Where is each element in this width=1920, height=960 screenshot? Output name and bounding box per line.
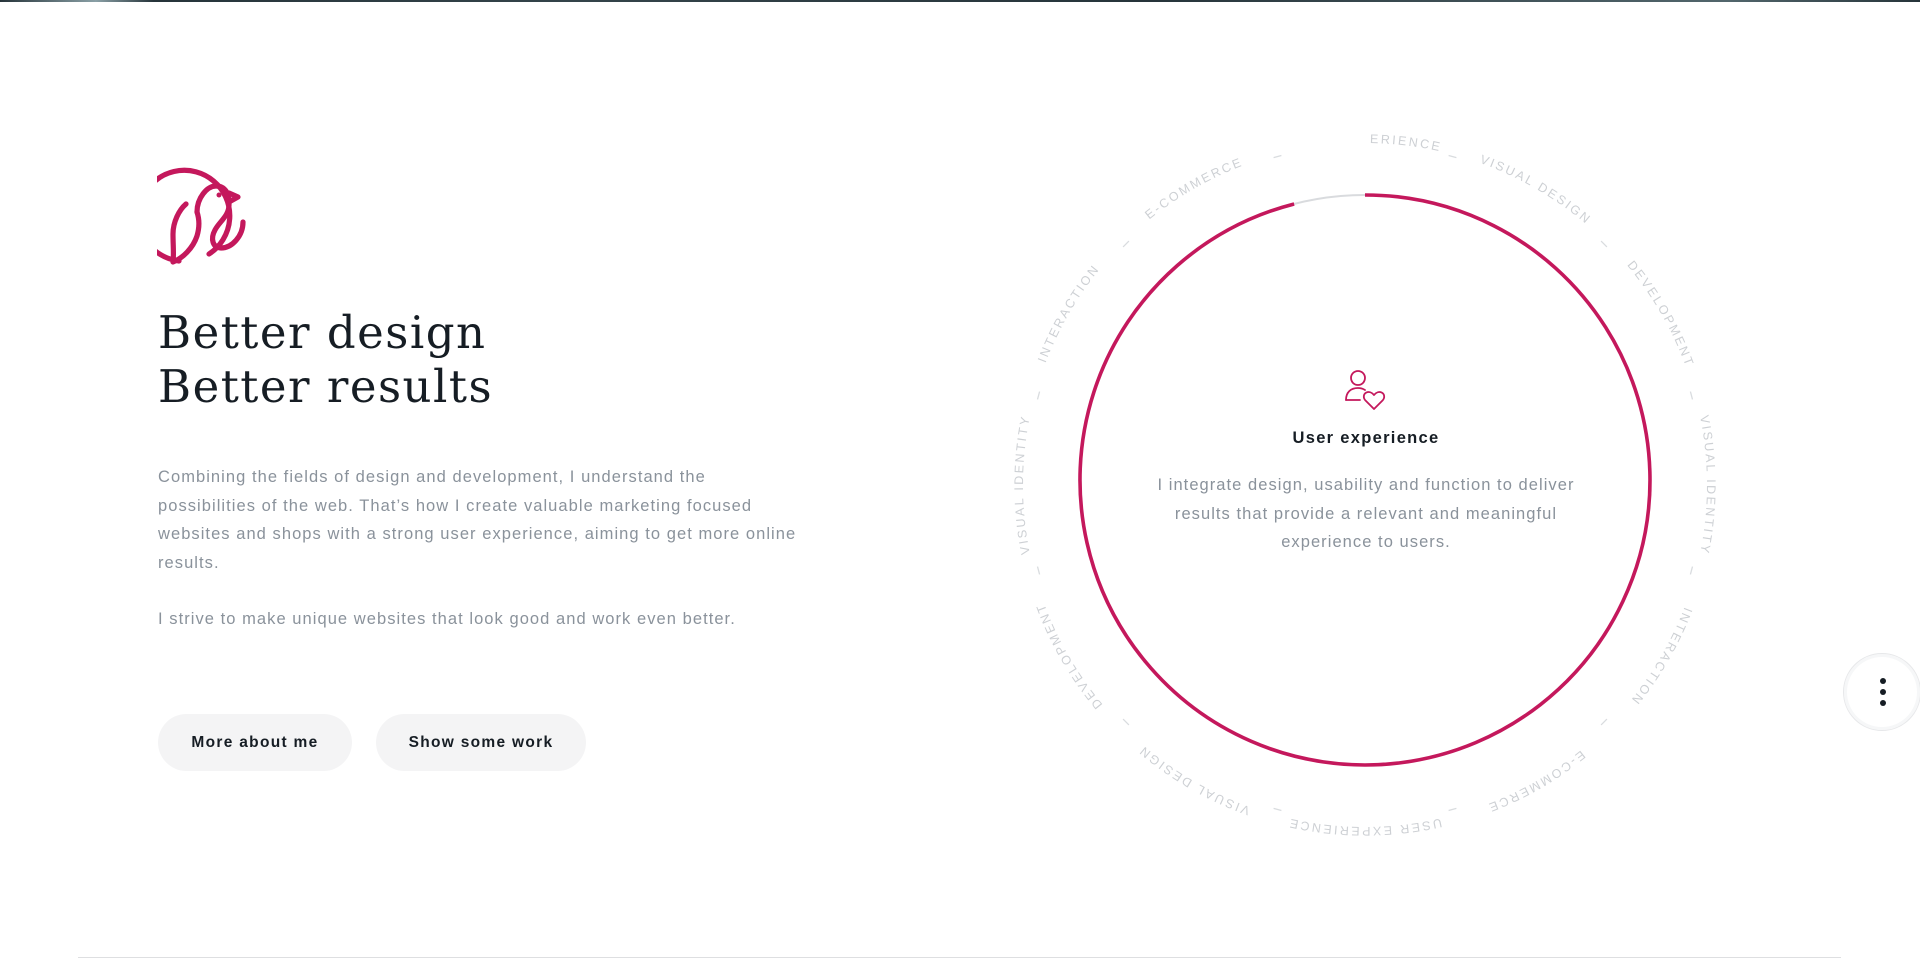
bird-logo-icon[interactable]: [157, 162, 253, 268]
ring-separator-8: [1122, 718, 1130, 726]
user-heart-icon: [1343, 367, 1389, 413]
menu-button[interactable]: [1843, 653, 1920, 731]
top-edge-strip: [0, 0, 1920, 2]
ring-label-visual-design-8[interactable]: VISUAL DESIGN: [1136, 743, 1252, 818]
ring-separator-4: [1689, 566, 1694, 575]
ring-separator-9: [1036, 566, 1041, 575]
intro-paragraph: Combining the fields of design and devel…: [158, 468, 797, 572]
bottom-divider: [78, 957, 1841, 958]
hero-headline: Better design Better results: [158, 306, 493, 414]
ring-separator-7: [1273, 807, 1282, 812]
ring-separator-5: [1600, 718, 1608, 726]
headline-line-1: Better design: [158, 306, 487, 359]
headline-line-2: Better results: [158, 360, 494, 413]
ring-label-visual-identity-4[interactable]: VISUAL IDENTITY: [1697, 414, 1718, 556]
active-skill-title: User experience: [1292, 429, 1440, 447]
ring-separator-11: [1122, 240, 1130, 248]
ring-label-development-9[interactable]: DEVELOPMENT: [1033, 601, 1105, 712]
ring-label-development-3[interactable]: DEVELOPMENT: [1625, 258, 1697, 369]
intro-paragraph-2: I strive to make unique websites that lo…: [158, 610, 736, 628]
ring-label-visual-design-2[interactable]: VISUAL DESIGN: [1478, 152, 1594, 227]
ring-label-e-commerce-12[interactable]: E-COMMERCE: [1142, 155, 1245, 222]
ring-label-user-experience-1[interactable]: USER EXPERIENCE: [1009, 124, 1443, 154]
vertical-dots-icon: [1880, 678, 1886, 706]
ring-label-e-commerce-6[interactable]: E-COMMERCE: [1485, 748, 1588, 815]
more-about-me-button[interactable]: More about me: [158, 714, 352, 771]
ring-label-visual-identity-10[interactable]: VISUAL IDENTITY: [1012, 414, 1033, 556]
ring-label-interaction-5[interactable]: INTERACTION: [1628, 606, 1695, 709]
ring-separator-12: [1273, 154, 1282, 159]
ring-label-interaction-11[interactable]: INTERACTION: [1035, 262, 1102, 365]
show-some-work-button[interactable]: Show some work: [376, 714, 586, 771]
ring-separator-1: [1448, 154, 1457, 159]
ring-separator-10: [1036, 391, 1041, 400]
ring-separator-6: [1448, 807, 1457, 812]
ring-separator-2: [1600, 240, 1608, 248]
ring-separator-3: [1689, 391, 1694, 400]
ring-label-user-experience-7[interactable]: USER EXPERIENCE: [1286, 815, 1443, 838]
active-skill-description: I integrate design, usability and functi…: [1157, 476, 1575, 552]
